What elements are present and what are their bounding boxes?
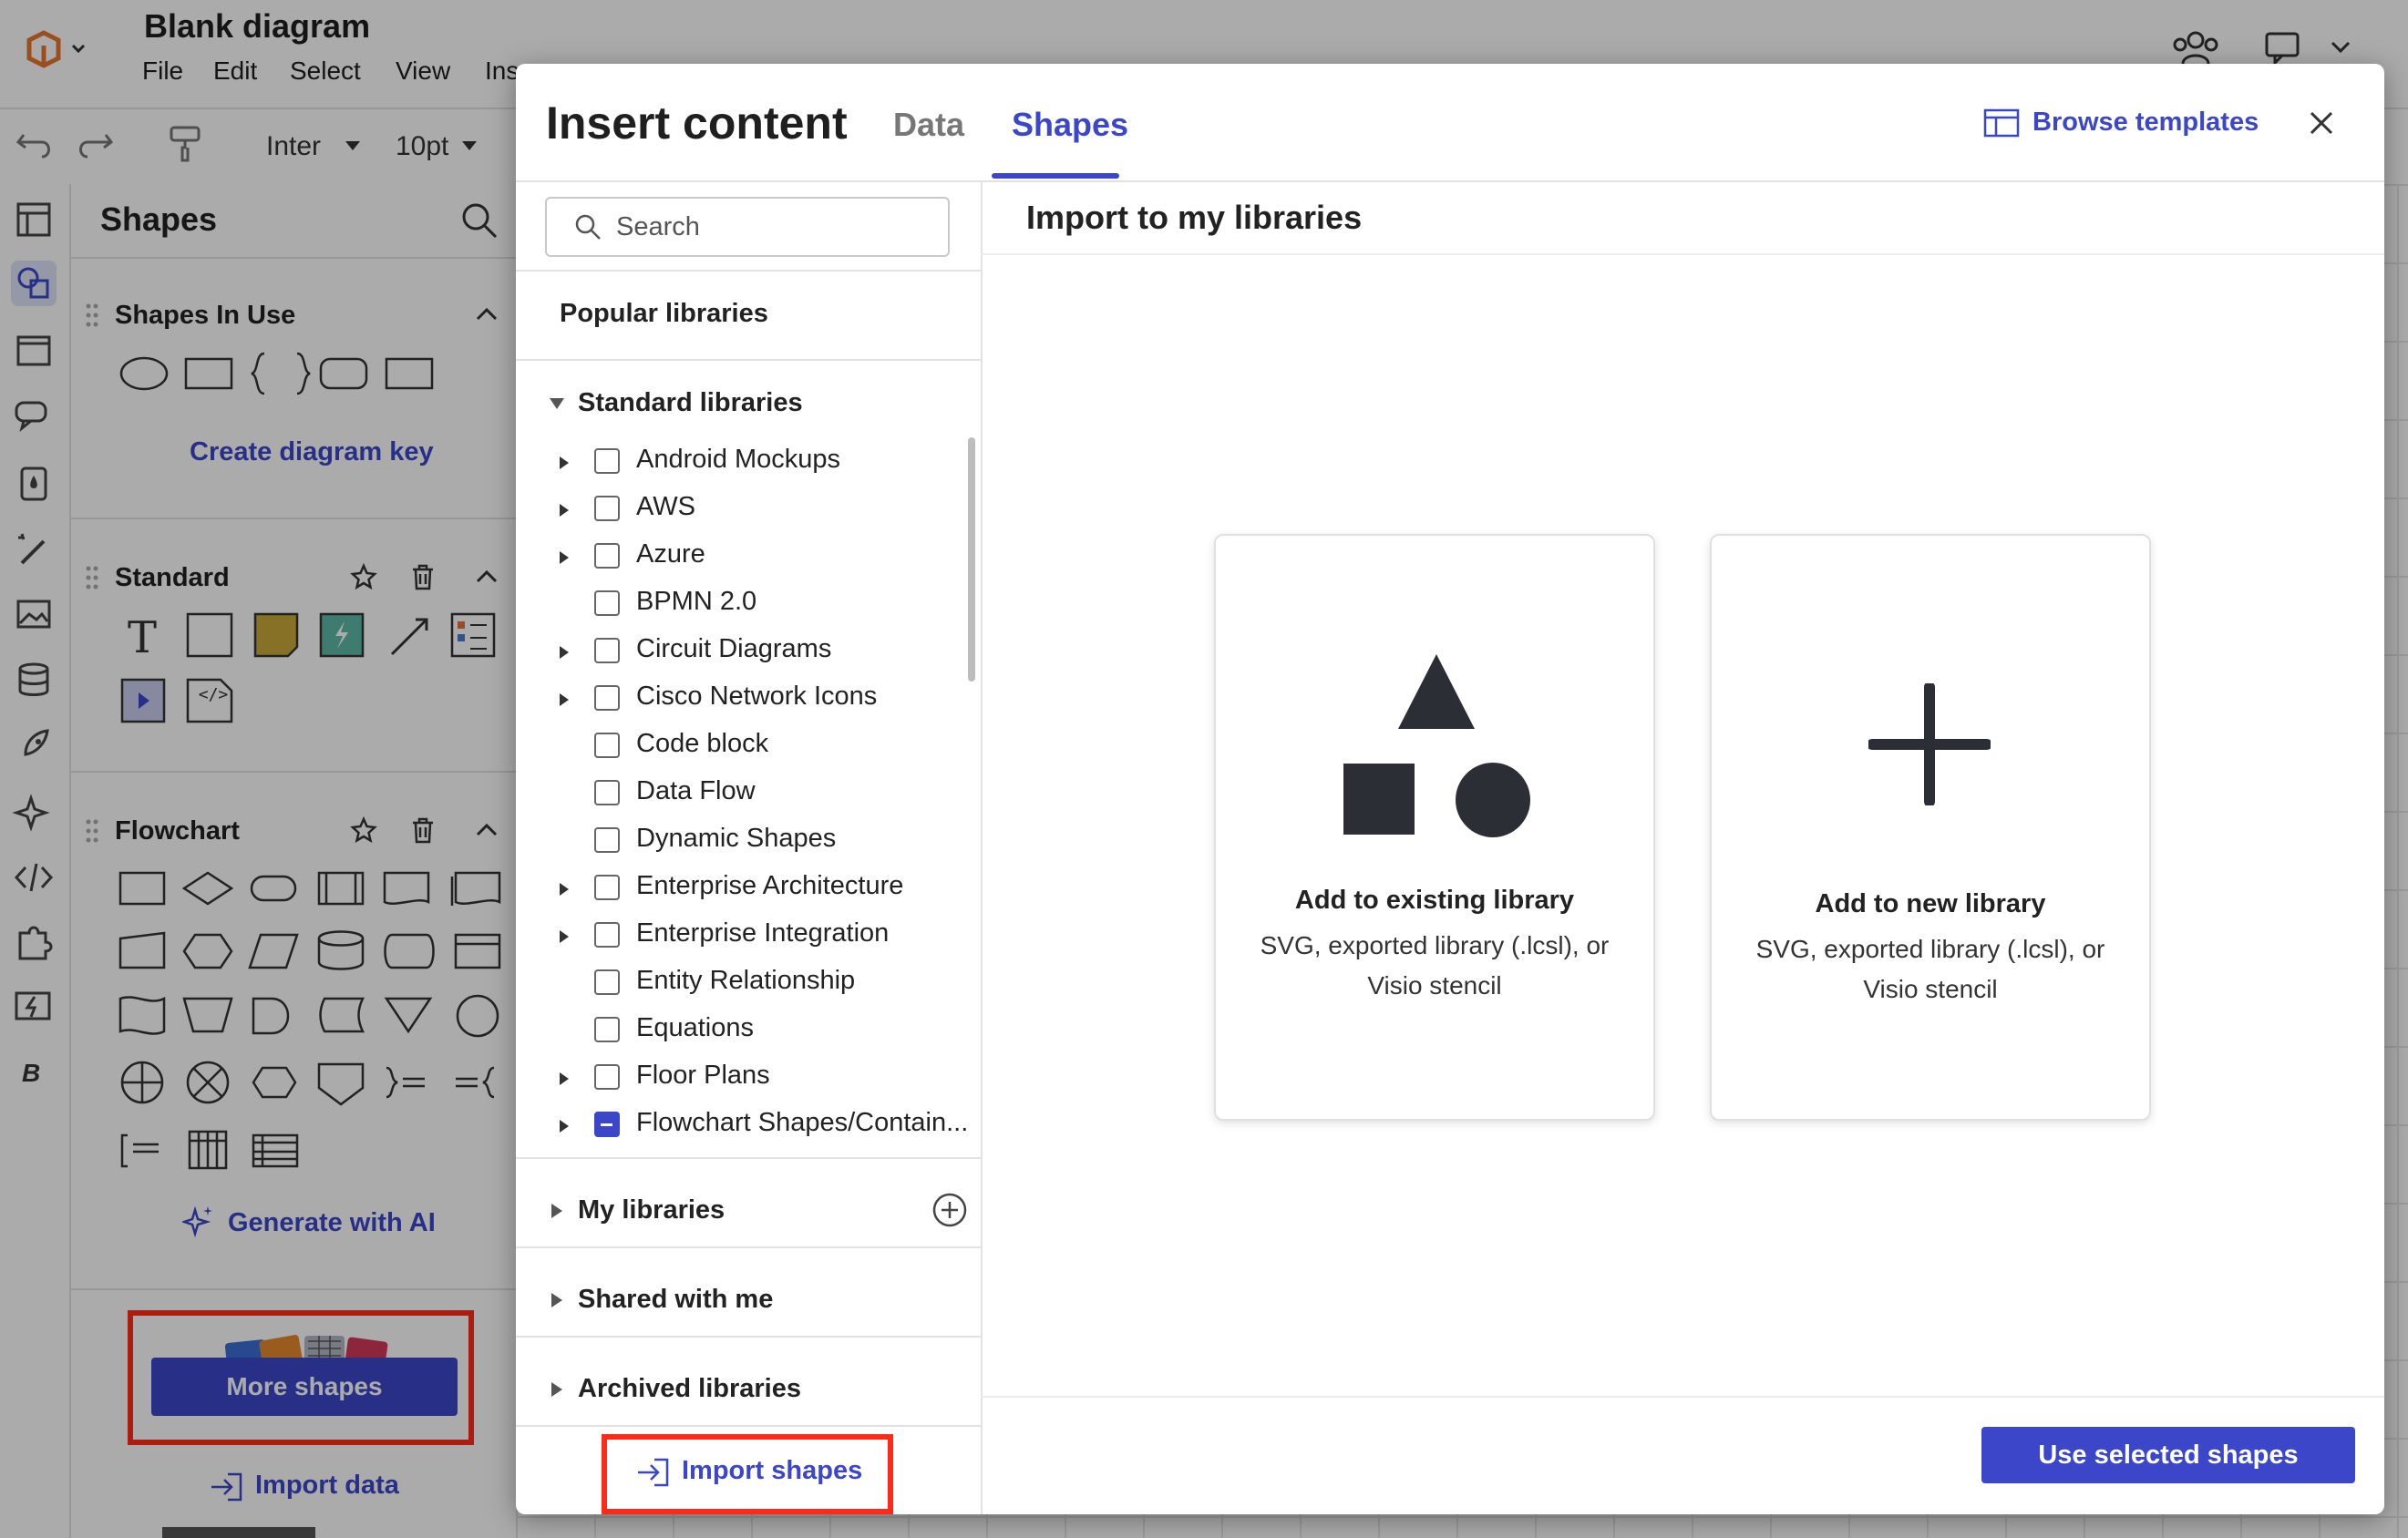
card-description: SVG, exported library (.lcsl), or (1260, 931, 1610, 959)
caret-right-icon[interactable] (552, 1068, 574, 1090)
caret-right-icon[interactable] (552, 452, 574, 474)
insert-content-modal: Insert content Data Shapes Browse templa… (516, 64, 2384, 1514)
library-checkbox[interactable] (594, 780, 620, 805)
library-checkbox[interactable] (594, 969, 620, 995)
library-row[interactable]: Floor Plans (552, 1055, 972, 1102)
tab-shapes[interactable]: Shapes (1012, 106, 1128, 144)
library-row[interactable]: Enterprise Architecture (552, 866, 972, 913)
card-description: SVG, exported library (.lcsl), or (1755, 935, 2105, 963)
library-row[interactable]: Data Flow (552, 771, 972, 818)
add-to-existing-library-card[interactable]: Add to existing library SVG, exported li… (1214, 534, 1655, 1121)
modal-title: Insert content (546, 97, 848, 149)
library-label: Code block (636, 729, 769, 758)
library-row[interactable]: Android Mockups (552, 439, 972, 487)
divider (981, 253, 2384, 255)
divider (516, 1246, 981, 1248)
caret-right-icon[interactable] (552, 499, 574, 521)
divider (516, 270, 981, 272)
library-checkbox[interactable] (594, 733, 620, 758)
library-row[interactable]: Code block (552, 723, 972, 771)
library-label: AWS (636, 492, 695, 521)
shared-with-me[interactable]: Shared with me (578, 1285, 773, 1315)
library-label: Android Mockups (636, 445, 841, 474)
shapes-icon (1340, 651, 1533, 842)
add-to-new-library-card[interactable]: Add to new library SVG, exported library… (1710, 534, 2151, 1121)
library-label: Data Flow (636, 776, 756, 805)
divider (516, 1157, 981, 1159)
caret-right-icon[interactable] (551, 1292, 563, 1308)
library-checkbox[interactable] (594, 496, 620, 521)
library-label: Entity Relationship (636, 966, 856, 995)
library-row[interactable]: Circuit Diagrams (552, 629, 972, 676)
library-row[interactable]: Entity Relationship (552, 960, 972, 1008)
divider (516, 1336, 981, 1338)
caret-right-icon[interactable] (552, 547, 574, 569)
popular-libraries[interactable]: Popular libraries (560, 299, 768, 329)
library-checkbox[interactable] (594, 1064, 620, 1090)
library-checkbox[interactable] (594, 543, 620, 569)
card-description: Visio stencil (1367, 971, 1502, 1000)
card-title: Add to new library (1815, 889, 2046, 918)
library-label: Equations (636, 1013, 754, 1042)
library-list-scrollbar[interactable] (968, 437, 975, 682)
search-icon (574, 213, 602, 241)
library-label: Floor Plans (636, 1061, 770, 1090)
my-libraries[interactable]: My libraries (578, 1195, 725, 1225)
library-checkbox[interactable] (594, 1112, 620, 1137)
library-checkbox[interactable] (594, 685, 620, 711)
library-row[interactable]: Cisco Network Icons (552, 676, 972, 723)
library-row[interactable]: Azure (552, 534, 972, 581)
library-row[interactable]: AWS (552, 487, 972, 534)
library-search-box[interactable] (545, 197, 950, 257)
library-checkbox[interactable] (594, 875, 620, 900)
library-label: Cisco Network Icons (636, 682, 878, 711)
import-section-title: Import to my libraries (1026, 199, 1363, 236)
library-checkbox[interactable] (594, 1017, 620, 1042)
divider (516, 1425, 981, 1427)
archived-libraries[interactable]: Archived libraries (578, 1374, 801, 1404)
caret-right-icon[interactable] (552, 926, 574, 948)
use-selected-shapes-button[interactable]: Use selected shapes (1981, 1427, 2355, 1483)
caret-down-icon[interactable] (549, 397, 565, 410)
caret-right-icon[interactable] (552, 641, 574, 663)
footer-divider (981, 1396, 2384, 1398)
library-label: Dynamic Shapes (636, 824, 837, 853)
card-description: Visio stencil (1863, 975, 1998, 1003)
plus-icon (1868, 683, 1991, 805)
divider (516, 359, 981, 361)
caret-right-icon[interactable] (551, 1381, 563, 1398)
library-row[interactable]: Equations (552, 1008, 972, 1055)
add-library-icon[interactable] (931, 1192, 968, 1228)
library-checkbox[interactable] (594, 638, 620, 663)
active-tab-indicator (992, 173, 1119, 179)
browse-templates-link[interactable]: Browse templates (2032, 108, 2259, 138)
caret-right-icon[interactable] (552, 878, 574, 900)
library-row[interactable]: Dynamic Shapes (552, 818, 972, 866)
browse-templates-icon (1983, 108, 2020, 138)
caret-right-icon[interactable] (551, 1203, 563, 1219)
library-label: BPMN 2.0 (636, 587, 757, 616)
library-label: Azure (636, 539, 705, 569)
highlight-box (602, 1434, 893, 1514)
library-checkbox[interactable] (594, 827, 620, 853)
library-label: Enterprise Integration (636, 918, 890, 948)
caret-right-icon[interactable] (552, 1115, 574, 1137)
library-row[interactable]: Flowchart Shapes/Contain... (552, 1102, 972, 1150)
library-row[interactable]: Enterprise Integration (552, 913, 972, 960)
close-icon[interactable] (2308, 109, 2335, 137)
card-title: Add to existing library (1294, 886, 1575, 915)
library-checkbox[interactable] (594, 590, 620, 616)
tab-data[interactable]: Data (893, 106, 964, 144)
standard-libraries-title[interactable]: Standard libraries (578, 388, 803, 418)
library-label: Flowchart Shapes/Contain... (636, 1108, 969, 1137)
library-label: Circuit Diagrams (636, 634, 832, 663)
library-row[interactable]: BPMN 2.0 (552, 581, 972, 629)
library-checkbox[interactable] (594, 922, 620, 948)
library-search-input[interactable] (614, 206, 928, 248)
library-checkbox[interactable] (594, 448, 620, 474)
library-label: Enterprise Architecture (636, 871, 904, 900)
caret-right-icon[interactable] (552, 689, 574, 711)
